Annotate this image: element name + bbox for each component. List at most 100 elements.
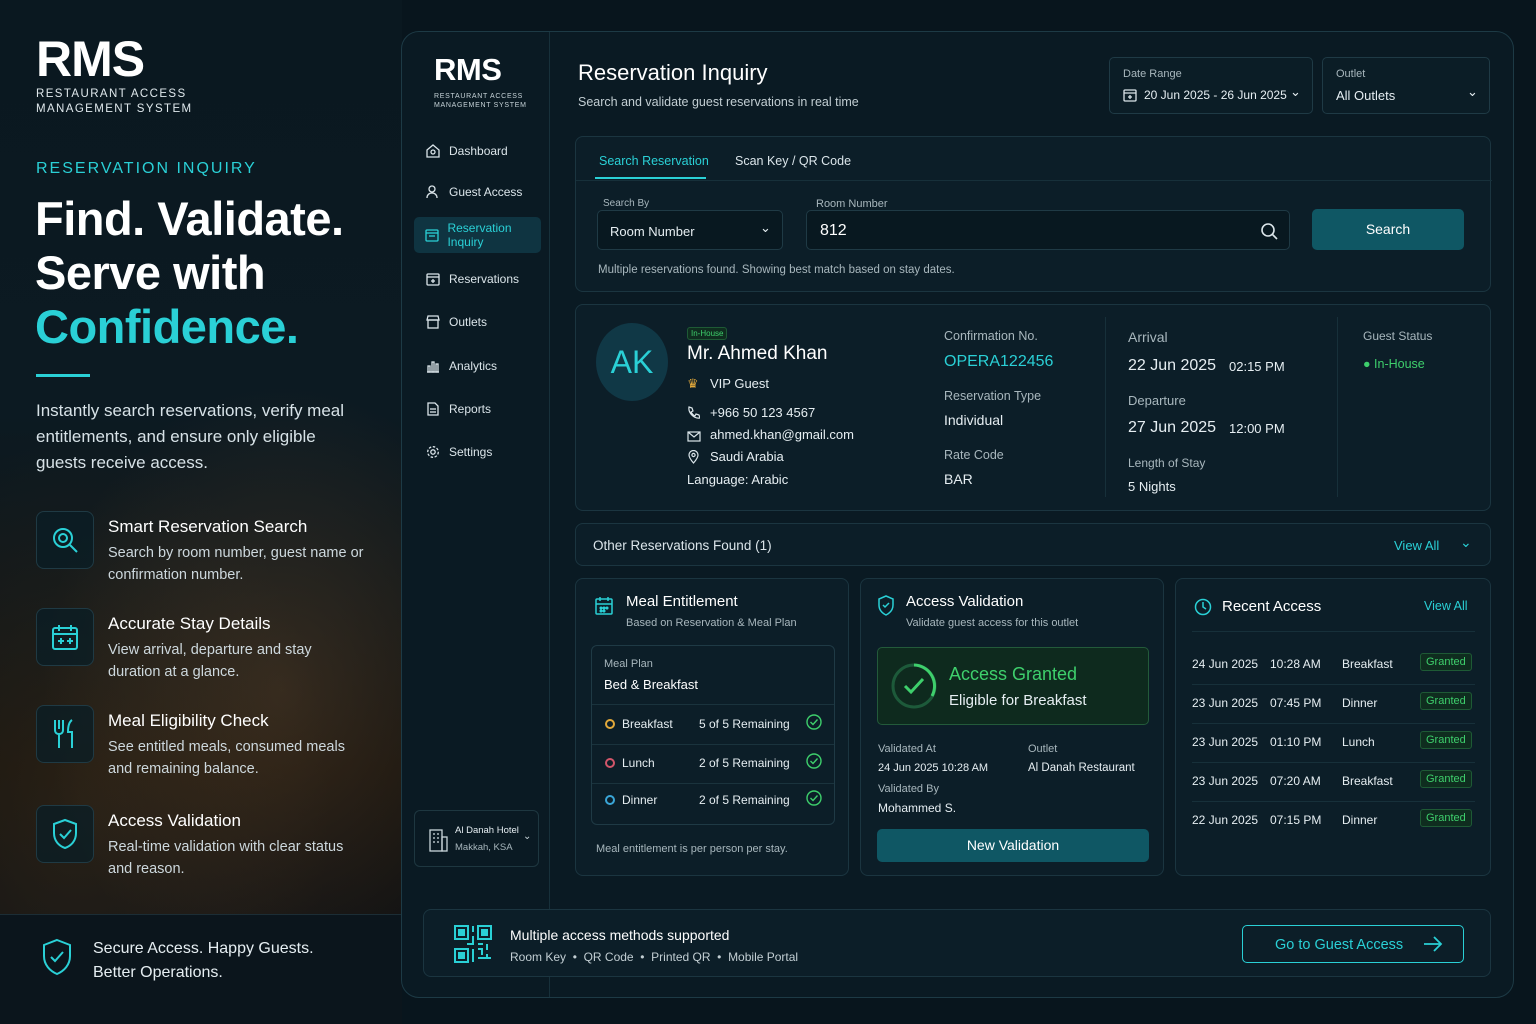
brand-subtitle: RESTAURANT ACCESS MANAGEMENT SYSTEM	[36, 88, 193, 115]
other-reservations-bar[interactable]: Other Reservations Found (1) View All ⌄	[575, 523, 1491, 566]
meal-entitlement-card: Meal Entitlement Based on Reservation & …	[575, 578, 849, 876]
guest-email: ahmed.khan@gmail.com	[710, 427, 854, 442]
sidebar-item-settings[interactable]: Settings	[414, 434, 541, 470]
avatar: AK	[596, 323, 668, 401]
check-circle-icon	[890, 662, 938, 715]
new-validation-button[interactable]: New Validation	[877, 829, 1149, 862]
calendar-icon	[36, 608, 94, 666]
rate-code: BAR	[944, 471, 973, 487]
arrow-right-icon	[1423, 935, 1443, 957]
table-row: 24 Jun 2025 10:28 AM Breakfast Granted	[1192, 646, 1475, 685]
search-button[interactable]: Search	[1312, 209, 1464, 250]
sidebar-item-dashboard[interactable]: Dashboard	[414, 133, 541, 169]
feature-item: Smart Reservation Search Search by room …	[36, 511, 376, 591]
methods-title: Multiple access methods supported	[510, 927, 730, 943]
departure-date: 27 Jun 2025	[1128, 419, 1217, 436]
hotel-name: Al Danah Hotel	[455, 825, 519, 836]
sidebar-logo-subtitle: RESTAURANT ACCESS MANAGEMENT SYSTEM	[434, 93, 527, 109]
cutlery-icon	[36, 705, 94, 763]
departure-time: 12:00 PM	[1229, 421, 1285, 436]
validated-at-value: 24 Jun 2025 10:28 AM	[878, 762, 989, 774]
check-circle-icon	[806, 790, 822, 811]
sidebar-item-analytics[interactable]: Analytics	[414, 348, 541, 384]
feature-item: Accurate Stay Details View arrival, depa…	[36, 608, 376, 688]
qr-code-icon	[453, 924, 493, 969]
meal-card-title: Meal Entitlement	[626, 593, 738, 610]
hero-footer: Secure Access. Happy Guests. Better Oper…	[0, 914, 402, 1024]
access-result-title: Access Granted	[949, 664, 1078, 684]
chevron-down-icon[interactable]: ⌄	[1460, 534, 1472, 551]
recent-view-all-link[interactable]: View All	[1424, 599, 1468, 613]
feature-item: Meal Eligibility Check See entitled meal…	[36, 705, 376, 785]
meal-dot-icon	[605, 795, 615, 805]
tab-scan-key[interactable]: Scan Key / QR Code	[735, 154, 851, 168]
page-subtitle: Search and validate guest reservations i…	[578, 95, 859, 109]
meal-plan-value: Bed & Breakfast	[604, 677, 698, 692]
meal-plan-box: Meal Plan Bed & Breakfast Breakfast 5 of…	[591, 645, 835, 825]
status-badge: Granted	[1420, 692, 1472, 710]
bar-chart-icon	[425, 358, 441, 374]
status-badge: Granted	[1420, 731, 1472, 749]
check-circle-icon	[806, 714, 822, 735]
calendar-icon	[1123, 88, 1137, 107]
meal-dot-icon	[605, 719, 615, 729]
table-row: 23 Jun 2025 01:10 PM Lunch Granted	[1192, 724, 1475, 763]
shield-check-icon	[40, 937, 74, 982]
users-icon	[425, 184, 441, 200]
feature-item: Access Validation Real-time validation w…	[36, 805, 376, 885]
go-to-guest-access-button[interactable]: Go to Guest Access	[1242, 925, 1464, 963]
chevron-down-icon: ⌄	[523, 831, 532, 842]
hero-divider	[36, 374, 90, 377]
hotel-location: Makkah, KSA	[455, 842, 513, 853]
length-of-stay: 5 Nights	[1128, 479, 1176, 494]
sidebar-item-guest-access[interactable]: Guest Access	[414, 174, 541, 210]
sidebar-item-reports[interactable]: Reports	[414, 391, 541, 427]
tab-indicator	[595, 177, 706, 179]
check-circle-icon	[806, 753, 822, 774]
sidebar: RMS RESTAURANT ACCESS MANAGEMENT SYSTEM D…	[402, 32, 550, 997]
hero-panel: RMS RESTAURANT ACCESS MANAGEMENT SYSTEM R…	[0, 0, 402, 1024]
view-all-link[interactable]: View All	[1394, 538, 1439, 553]
outlet-select[interactable]: Outlet All Outlets ⌄	[1322, 57, 1490, 114]
sidebar-logo: RMS	[434, 52, 502, 87]
table-row: 22 Jun 2025 07:15 PM Dinner Granted	[1192, 802, 1475, 841]
search-icon[interactable]	[1260, 222, 1278, 245]
tab-divider	[576, 180, 1492, 181]
search-by-select[interactable]: Room Number ⌄	[597, 210, 783, 250]
location-pin-icon	[687, 449, 700, 469]
calendar-icon	[594, 596, 614, 621]
sidebar-item-reservations[interactable]: Reservations	[414, 261, 541, 297]
date-range-picker[interactable]: Date Range 20 Jun 2025 - 26 Jun 2025 ⌄	[1109, 57, 1313, 114]
sidebar-item-reservation-inquiry[interactable]: Reservation Inquiry	[414, 217, 541, 253]
reservation-type: Individual	[944, 412, 1004, 428]
access-card-title: Access Validation	[906, 593, 1024, 610]
mail-icon	[687, 429, 701, 447]
confirmation-number: OPERA122456	[944, 353, 1054, 370]
guest-status: ● In-House	[1363, 357, 1425, 371]
hotel-selector[interactable]: Al Danah Hotel Makkah, KSA ⌄	[414, 810, 539, 867]
access-result-box: Access Granted Eligible for Breakfast	[877, 647, 1149, 725]
recent-access-title: Recent Access	[1222, 598, 1322, 615]
search-icon	[36, 511, 94, 569]
hero-headline: Find. Validate. Serve with Confidence.	[35, 192, 344, 353]
page-title: Reservation Inquiry	[578, 60, 768, 85]
column-divider	[1337, 317, 1338, 497]
tab-search-reservation[interactable]: Search Reservation	[599, 154, 709, 168]
chevron-down-icon: ⌄	[1467, 84, 1478, 99]
brand-logo: RMS	[36, 31, 145, 87]
status-badge: Granted	[1420, 770, 1472, 788]
search-note: Multiple reservations found. Showing bes…	[598, 264, 955, 276]
chevron-down-icon: ⌄	[760, 220, 771, 235]
building-icon	[427, 826, 449, 855]
sidebar-item-outlets[interactable]: Outlets	[414, 304, 541, 340]
document-icon	[425, 401, 441, 417]
phone-icon	[687, 406, 701, 424]
home-icon	[425, 143, 441, 159]
meal-dot-icon	[605, 758, 615, 768]
room-number-input[interactable]: 812	[806, 210, 1290, 250]
recent-access-card: Recent Access View All 24 Jun 2025 10:28 …	[1175, 578, 1491, 876]
other-reservations-label: Other Reservations Found (1)	[593, 538, 772, 553]
status-badge: Granted	[1420, 809, 1472, 827]
guest-details-panel: AK In-House Mr. Ahmed Khan ♛ VIP Guest +…	[575, 304, 1491, 511]
shield-check-icon	[36, 805, 94, 863]
